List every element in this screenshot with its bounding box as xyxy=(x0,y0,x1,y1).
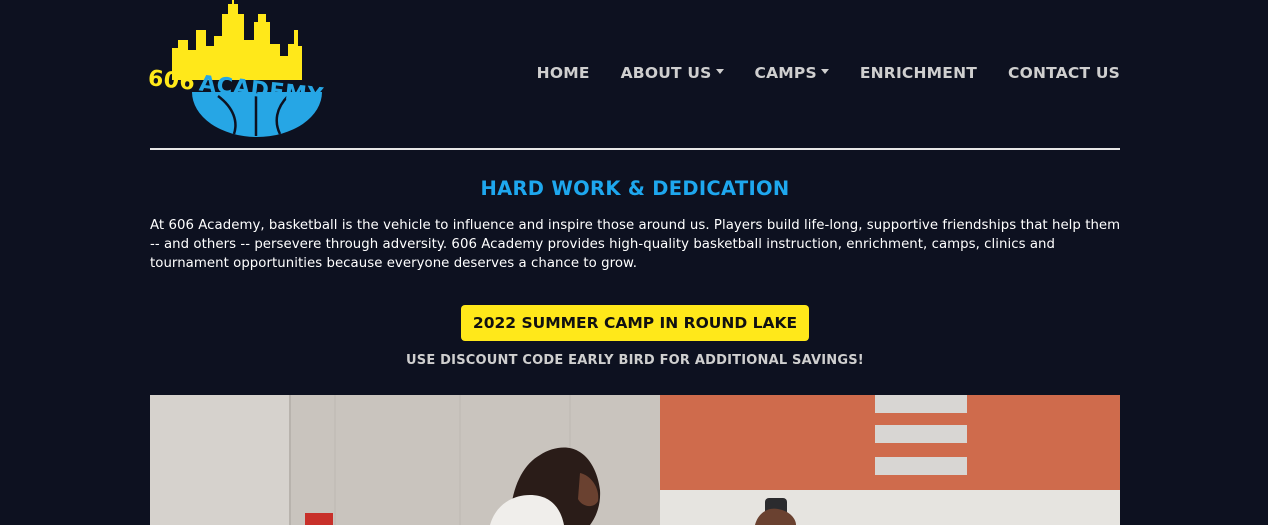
site-logo[interactable]: 606ACADEMY xyxy=(146,0,328,140)
nav-contact-us[interactable]: CONTACT US xyxy=(1008,64,1120,82)
nav-camps[interactable]: CAMPS xyxy=(755,64,829,82)
nav-enrichment[interactable]: ENRICHMENT xyxy=(860,64,977,82)
main-nav: HOME ABOUT US CAMPS ENRICHMENT CONTACT U… xyxy=(537,64,1120,82)
page-container: 606ACADEMY HOME ABOUT US CAMPS ENRICHMEN… xyxy=(146,0,1120,525)
nav-camps-label: CAMPS xyxy=(754,64,817,82)
nav-about-us-label: ABOUT US xyxy=(620,64,712,82)
cta-container: 2022 SUMMER CAMP IN ROUND LAKE xyxy=(150,305,1120,341)
site-header: 606ACADEMY HOME ABOUT US CAMPS ENRICHMEN… xyxy=(146,0,1120,150)
caret-down-icon xyxy=(820,68,829,74)
nav-about-us[interactable]: ABOUT US xyxy=(621,64,724,82)
intro-paragraph: At 606 Academy, basketball is the vehicl… xyxy=(150,218,1121,271)
discount-note: USE DISCOUNT CODE EARLY BIRD FOR ADDITIO… xyxy=(406,353,864,368)
caret-down-icon xyxy=(715,68,724,74)
logo-number: 606 xyxy=(146,66,197,96)
gym-photo-image xyxy=(150,395,1120,525)
summer-camp-button[interactable]: 2022 SUMMER CAMP IN ROUND LAKE xyxy=(460,305,810,341)
nav-enrichment-label: ENRICHMENT xyxy=(859,64,978,82)
nav-contact-us-label: CONTACT US xyxy=(1008,64,1120,82)
nav-home[interactable]: HOME xyxy=(537,64,590,82)
hero-photo xyxy=(150,395,1120,525)
section-headline: HARD WORK & DEDICATION xyxy=(480,177,790,200)
nav-home-label: HOME xyxy=(536,64,590,82)
